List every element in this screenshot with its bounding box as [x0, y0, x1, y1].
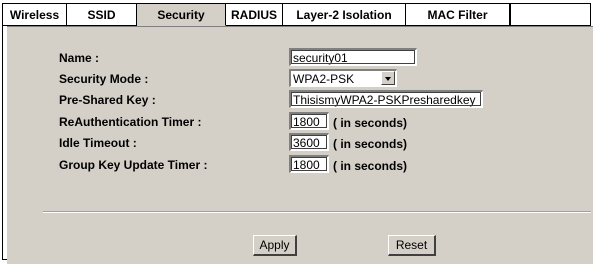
idle-field[interactable] — [289, 133, 329, 151]
group-key-field[interactable] — [289, 155, 329, 173]
reauth-field[interactable] — [289, 112, 329, 130]
name-input[interactable] — [293, 51, 414, 65]
reauth-unit: ( in seconds) — [333, 116, 408, 130]
idle-unit: ( in seconds) — [333, 137, 408, 151]
name-row: Name : — [7, 48, 593, 68]
security-mode-label: Security Mode : — [59, 72, 149, 86]
group-key-row: Group Key Update Timer : ( in seconds) — [7, 155, 593, 175]
security-mode-value: WPA2-PSK — [293, 72, 355, 86]
psk-label: Pre-Shared Key : — [59, 93, 156, 107]
wireless-settings-window: Wireless SSID Security RADIUS Layer-2 Is… — [2, 3, 593, 264]
group-key-unit: ( in seconds) — [333, 159, 408, 173]
security-mode-row: Security Mode : WPA2-PSK — [7, 69, 593, 89]
psk-field[interactable] — [289, 90, 483, 108]
security-panel: Name : Security Mode : WPA2-PSK Pre-Shar… — [7, 26, 593, 264]
tab-security[interactable]: Security — [137, 4, 226, 26]
divider — [43, 211, 591, 213]
apply-button[interactable]: Apply — [253, 235, 297, 256]
name-label: Name : — [59, 51, 100, 65]
reset-button[interactable]: Reset — [388, 235, 436, 256]
reauth-label: ReAuthentication Timer : — [59, 115, 202, 129]
idle-input[interactable] — [293, 136, 326, 150]
tab-wireless[interactable]: Wireless — [3, 4, 67, 26]
tab-radius[interactable]: RADIUS — [226, 4, 283, 26]
tab-mac-filter[interactable]: MAC Filter — [406, 4, 510, 26]
security-mode-select[interactable]: WPA2-PSK — [289, 69, 397, 87]
psk-input[interactable] — [293, 93, 480, 107]
idle-label: Idle Timeout : — [59, 136, 137, 150]
group-key-label: Group Key Update Timer : — [59, 158, 208, 172]
name-field[interactable] — [289, 48, 417, 66]
idle-row: Idle Timeout : ( in seconds) — [7, 133, 593, 153]
reauth-row: ReAuthentication Timer : ( in seconds) — [7, 112, 593, 132]
tab-bar-filler — [510, 4, 590, 26]
tab-ssid[interactable]: SSID — [67, 4, 137, 26]
reauth-input[interactable] — [293, 115, 326, 129]
psk-row: Pre-Shared Key : — [7, 90, 593, 110]
chevron-down-icon[interactable] — [381, 71, 395, 85]
group-key-input[interactable] — [293, 158, 326, 172]
tab-bar: Wireless SSID Security RADIUS Layer-2 Is… — [3, 4, 590, 27]
tab-layer2-isolation[interactable]: Layer-2 Isolation — [283, 4, 406, 26]
